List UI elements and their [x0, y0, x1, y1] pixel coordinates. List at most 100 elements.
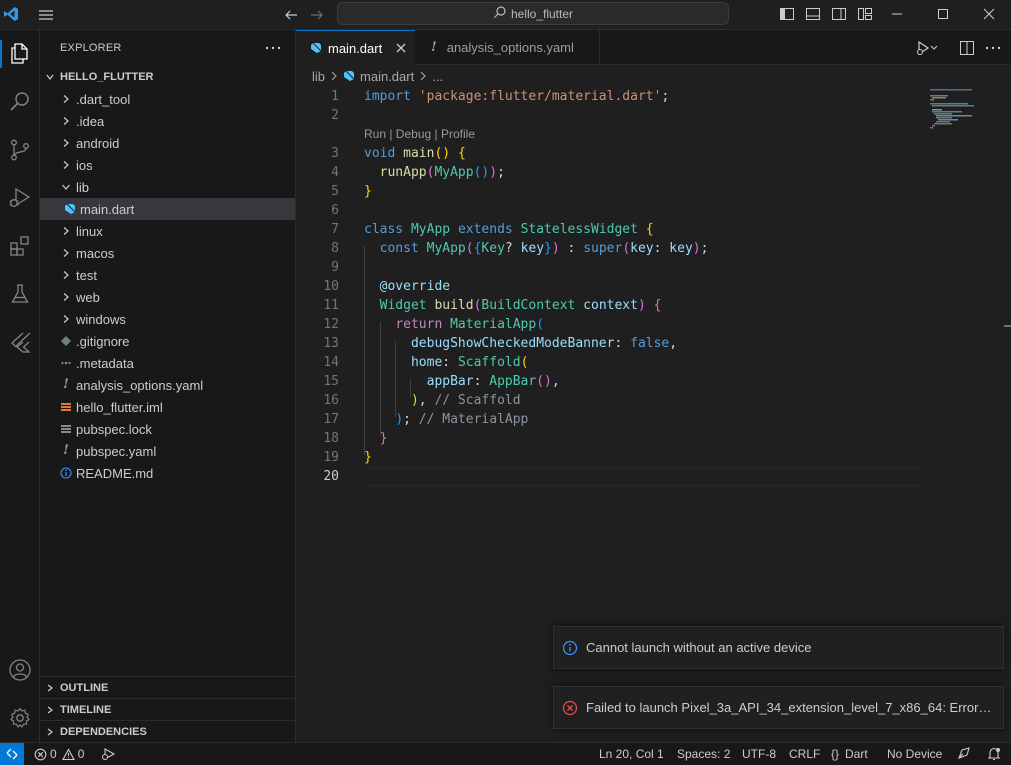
forward-arrow-icon[interactable]	[306, 5, 328, 25]
tree-file[interactable]: ! analysis_options.yaml	[40, 374, 295, 396]
extensions-icon[interactable]	[0, 226, 40, 266]
explorer-title: EXPLORER	[60, 42, 122, 54]
code-text: }	[364, 184, 372, 199]
notifications-bell-icon[interactable]	[987, 743, 1001, 765]
maximize-button[interactable]	[920, 0, 966, 28]
search-icon[interactable]	[0, 82, 40, 122]
workspace-folder-name: HELLO_FLUTTER	[60, 71, 154, 83]
line-number: 2	[331, 108, 339, 123]
chevron-right-icon	[40, 683, 60, 693]
tree-folder[interactable]: .dart_tool	[40, 88, 295, 110]
tree-folder[interactable]: linux	[40, 220, 295, 242]
code-text: home: Scaffold(	[410, 355, 529, 370]
breadcrumb-file[interactable]: main.dart	[360, 69, 414, 84]
code-text: ); // MaterialApp	[395, 412, 529, 427]
codelens-run-debug-profile[interactable]: Run | Debug | Profile	[364, 125, 475, 144]
tree-folder[interactable]: lib	[40, 176, 295, 198]
notification-info[interactable]: Cannot launch without an active device	[553, 626, 1004, 669]
tree-item-label: .dart_tool	[76, 91, 131, 107]
line-ending[interactable]: CRLF	[789, 743, 820, 765]
readme-info-icon	[58, 465, 74, 481]
more-actions-icon[interactable]	[262, 38, 284, 58]
tab-analysis-options[interactable]: ! analysis_options.yaml	[415, 30, 600, 65]
explorer-icon[interactable]	[0, 34, 40, 74]
run-dropdown-icon[interactable]	[916, 37, 938, 59]
split-editor-icon[interactable]	[956, 37, 978, 59]
code-line: 3 void main() {	[296, 144, 921, 163]
language-mode[interactable]: {} Dart	[831, 743, 868, 765]
menu-icon[interactable]	[34, 5, 58, 25]
settings-gear-icon[interactable]	[0, 698, 40, 738]
toggle-panel-icon[interactable]	[802, 4, 824, 24]
code-text: Widget build(BuildContext context) {	[379, 298, 662, 313]
vscode-logo-icon	[0, 0, 22, 28]
code-line: 15 appBar: AppBar(),	[296, 372, 921, 391]
feedback-icon[interactable]	[957, 743, 971, 765]
outline-section[interactable]: OUTLINE	[40, 676, 296, 698]
tree-file[interactable]: hello_flutter.iml	[40, 396, 295, 418]
tree-folder[interactable]: ios	[40, 154, 295, 176]
testing-flask-icon[interactable]	[0, 274, 40, 314]
chevron-right-icon	[58, 267, 74, 283]
code-line: 14 home: Scaffold(	[296, 353, 921, 372]
chevron-right-icon	[58, 289, 74, 305]
tree-item-label: android	[76, 135, 120, 151]
accounts-icon[interactable]	[0, 650, 40, 690]
customize-layout-icon[interactable]	[854, 4, 876, 24]
editor-more-icon[interactable]	[982, 37, 1004, 59]
problems-status[interactable]: 0 0	[34, 743, 84, 765]
back-arrow-icon[interactable]	[280, 5, 302, 25]
tree-folder[interactable]: test	[40, 264, 295, 286]
tree-file[interactable]: README.md	[40, 462, 295, 484]
tree-item-label: .gitignore	[76, 333, 130, 349]
code-line: 12 return MaterialApp(	[296, 315, 921, 334]
encoding[interactable]: UTF-8	[742, 743, 776, 765]
debug-run-icon[interactable]	[100, 743, 116, 765]
close-window-button[interactable]	[966, 0, 1011, 28]
tab-main-dart[interactable]: main.dart	[296, 30, 415, 65]
flutter-icon[interactable]	[0, 322, 40, 362]
tree-folder[interactable]: android	[40, 132, 295, 154]
code-text: debugShowCheckedModeBanner: false,	[410, 336, 678, 351]
chevron-right-icon	[58, 113, 74, 129]
toggle-secondary-sidebar-icon[interactable]	[828, 4, 850, 24]
tree-folder[interactable]: windows	[40, 308, 295, 330]
indentation[interactable]: Spaces: 2	[677, 743, 730, 765]
chevron-right-icon	[419, 71, 427, 81]
code-line: 11 Widget build(BuildContext context) {	[296, 296, 921, 315]
source-control-icon[interactable]	[0, 130, 40, 170]
line-number: 1	[331, 89, 339, 104]
tree-item-label: main.dart	[80, 201, 135, 217]
timeline-label: TIMELINE	[60, 703, 112, 716]
dart-file-icon	[310, 42, 322, 54]
run-debug-icon[interactable]	[0, 178, 40, 218]
toggle-primary-sidebar-icon[interactable]	[776, 4, 798, 24]
tree-folder[interactable]: macos	[40, 242, 295, 264]
minimize-button[interactable]	[874, 0, 920, 28]
breadcrumb-folder[interactable]: lib	[312, 69, 325, 84]
line-number: 16	[323, 393, 339, 408]
tree-file[interactable]: ! pubspec.yaml	[40, 440, 295, 462]
close-tab-icon[interactable]	[396, 43, 406, 53]
tree-folder[interactable]: .idea	[40, 110, 295, 132]
breadcrumb-symbol[interactable]: ...	[432, 69, 443, 84]
code-text: runApp(MyApp());	[379, 165, 505, 180]
tree-item-label: analysis_options.yaml	[76, 377, 204, 393]
cursor-position[interactable]: Ln 20, Col 1	[599, 743, 664, 765]
tree-file[interactable]: .gitignore	[40, 330, 295, 352]
command-center-search[interactable]: hello_flutter	[337, 2, 729, 25]
tree-file[interactable]: .metadata	[40, 352, 295, 374]
outline-label: OUTLINE	[60, 681, 109, 694]
timeline-section[interactable]: TIMELINE	[40, 698, 296, 720]
code-line: 7 class MyApp extends StatelessWidget {	[296, 220, 921, 239]
device-selector[interactable]: No Device	[887, 743, 942, 765]
tree-folder[interactable]: web	[40, 286, 295, 308]
tree-item-label: hello_flutter.iml	[76, 399, 163, 415]
breadcrumb: lib main.dart ...	[296, 65, 1011, 87]
tree-file[interactable]: pubspec.lock	[40, 418, 295, 440]
tree-file[interactable]: main.dart	[40, 198, 295, 220]
workspace-folder-header[interactable]: HELLO_FLUTTER	[40, 66, 296, 88]
remote-indicator-icon[interactable]	[0, 743, 24, 765]
dependencies-section[interactable]: DEPENDENCIES	[40, 720, 296, 742]
notification-error[interactable]: Failed to launch Pixel_3a_API_34_extensi…	[553, 686, 1004, 729]
